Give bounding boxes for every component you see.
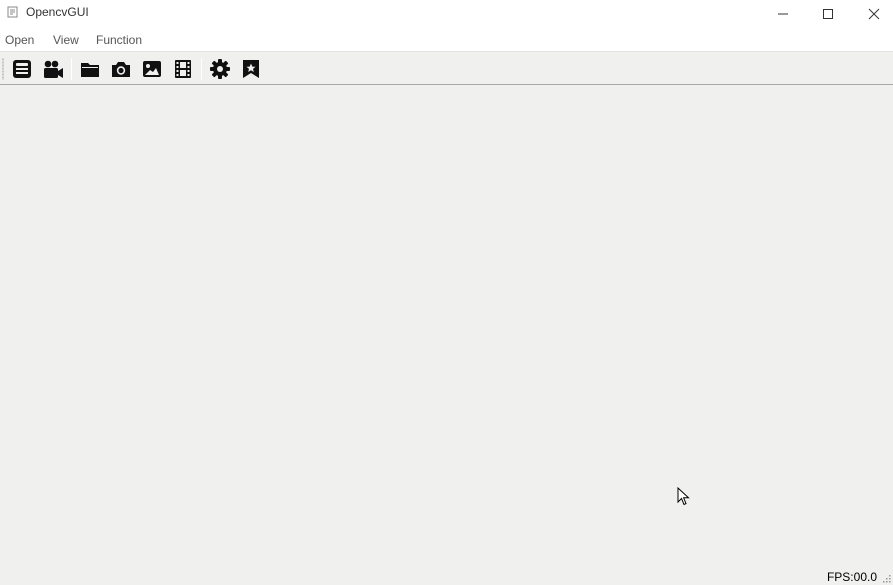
title-bar: OpencvGUI (0, 0, 893, 27)
video-display-area (0, 85, 893, 568)
folder-open-icon (81, 63, 99, 77)
toolbar-grip[interactable] (2, 58, 4, 80)
status-bar: FPS:00.0 (0, 568, 893, 585)
menu-function[interactable]: Function (96, 33, 142, 47)
fps-label: FPS:00.0 (826, 570, 877, 584)
open-camera-button[interactable] (109, 57, 133, 81)
open-image-button[interactable] (140, 57, 164, 81)
open-video-button[interactable] (171, 57, 195, 81)
resize-grip-icon[interactable] (881, 573, 891, 583)
toolbar (0, 51, 893, 85)
camera-icon (112, 62, 130, 77)
record-video-button[interactable] (41, 57, 65, 81)
video-camera-icon (44, 60, 63, 78)
close-button[interactable] (851, 0, 893, 27)
minimize-icon (778, 13, 788, 14)
mouse-cursor-icon (677, 487, 690, 506)
close-icon (868, 8, 880, 19)
open-folder-button[interactable] (78, 57, 102, 81)
image-icon (143, 61, 161, 77)
minimize-button[interactable] (760, 0, 806, 27)
app-icon (7, 6, 18, 18)
settings-button[interactable] (208, 57, 232, 81)
window-title: OpencvGUI (26, 5, 89, 19)
menu-open[interactable]: Open (5, 33, 34, 47)
menu-view[interactable]: View (53, 33, 79, 47)
bookmark-button[interactable] (239, 57, 263, 81)
maximize-button[interactable] (805, 0, 851, 27)
film-icon (175, 60, 191, 78)
toolbar-separator (71, 58, 72, 80)
maximize-icon (823, 8, 833, 19)
save-icon (13, 60, 31, 78)
menu-bar: Open View Function (0, 27, 893, 51)
save-button[interactable] (10, 57, 34, 81)
toolbar-separator (201, 58, 202, 80)
bookmark-star-icon (243, 60, 259, 78)
gear-icon (210, 59, 230, 79)
